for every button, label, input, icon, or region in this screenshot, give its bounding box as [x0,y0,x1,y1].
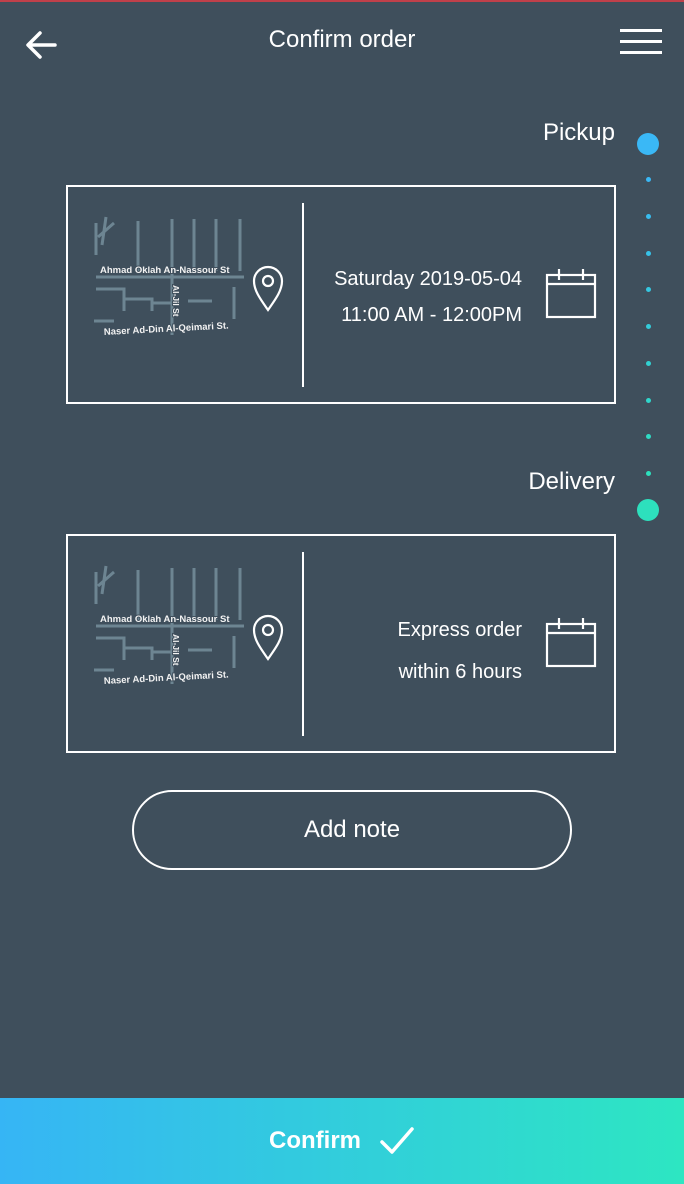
card-divider [302,552,304,736]
pickup-map[interactable]: Ahmad Oklah An-Nassour St Al-Jil St Nase… [94,215,246,341]
pickup-time: 11:00 AM - 12:00PM [341,304,522,326]
pickup-date: Saturday 2019-05-04 [334,268,522,290]
location-pin-icon[interactable] [251,264,285,312]
calendar-icon[interactable] [545,616,597,668]
confirm-label: Confirm [269,1127,361,1154]
hamburger-menu-icon [620,29,662,54]
page-title: Confirm order [268,26,416,53]
step-connector-dot [646,287,651,293]
map-street-vertical: Al-Jil St [171,285,181,317]
map-street-top: Ahmad Oklah An-Nassour St [100,614,230,625]
map-street-top: Ahmad Oklah An-Nassour St [100,265,230,276]
delivery-label: Delivery [528,468,615,495]
delivery-type: Express order [397,619,523,641]
step-connector-dot [646,250,651,256]
map-street-bottom: Naser Ad-Din Al-Qeimari St. [104,320,229,338]
delivery-step-dot [637,499,659,521]
pickup-schedule: Saturday 2019-05-04 11:00 AM - 12:00PM [334,261,522,333]
location-pin-icon[interactable] [251,613,285,661]
check-icon [380,1127,414,1154]
step-connector-dot [646,360,651,366]
pickup-label: Pickup [542,119,615,146]
delivery-map[interactable]: Ahmad Oklah An-Nassour St Al-Jil St Nase… [94,564,246,690]
pickup-step-dot [637,133,659,155]
menu-button[interactable] [618,26,666,60]
confirm-button[interactable]: Confirm [0,1098,684,1184]
map-street-vertical: Al-Jil St [171,634,181,666]
step-connector-dot [646,397,651,403]
map-street-bottom: Naser Ad-Din Al-Qeimari St. [104,669,229,687]
step-connector-dot [646,324,651,329]
app-header: Confirm order [0,0,684,82]
step-connector-dot [646,213,651,219]
card-divider [302,203,304,387]
delivery-window: within 6 hours [398,661,522,683]
calendar-icon[interactable] [545,267,597,319]
step-connector-dot [646,434,651,440]
delivery-card[interactable]: Ahmad Oklah An-Nassour St Al-Jil St Nase… [66,534,616,753]
step-connector-dot [646,177,651,182]
step-connector-dot [646,471,651,476]
delivery-schedule: Express order within 6 hours [398,609,523,693]
add-note-button[interactable]: Add note [132,790,572,870]
pickup-card[interactable]: Ahmad Oklah An-Nassour St Al-Jil St Nase… [66,185,616,404]
